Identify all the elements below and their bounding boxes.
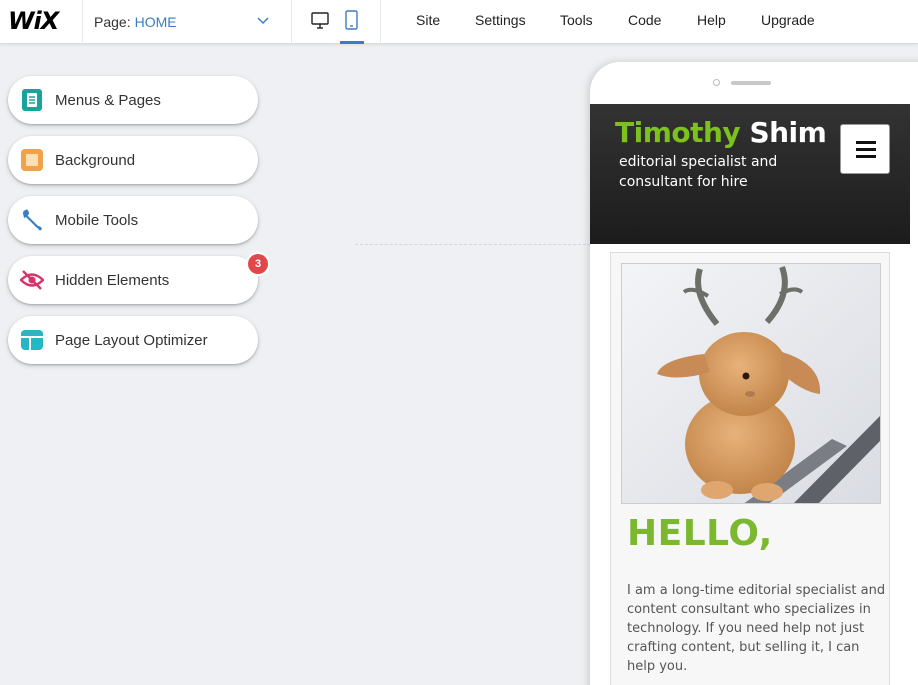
- mobile-tools-label: Mobile Tools: [55, 212, 139, 229]
- menus-pages-button[interactable]: Menus & Pages: [8, 76, 258, 124]
- menu-tools[interactable]: Tools: [560, 12, 593, 28]
- site-title[interactable]: Timothy Shim: [615, 116, 827, 149]
- hamburger-menu-button[interactable]: [840, 124, 890, 174]
- menus-pages-label: Menus & Pages: [55, 92, 161, 109]
- editor-top-bar: WiX Page: HOME Site Settings Tools Code …: [0, 0, 918, 44]
- mobile-tools-button[interactable]: Mobile Tools: [8, 196, 258, 244]
- divider: [291, 0, 292, 44]
- background-button[interactable]: Background: [8, 136, 258, 184]
- hidden-eye-icon: [20, 270, 44, 290]
- menus-pages-icon: [22, 89, 42, 111]
- site-tagline[interactable]: editorial specialist and consultant for …: [619, 152, 809, 192]
- about-section[interactable]: HELLO, I am a long-time editorial specia…: [610, 252, 890, 685]
- mobile-view-icon[interactable]: [342, 10, 362, 32]
- mobile-preview: Timothy Shim editorial specialist and co…: [590, 62, 918, 685]
- menu-help[interactable]: Help: [697, 12, 726, 28]
- phone-speaker: [731, 81, 771, 85]
- menu-site[interactable]: Site: [416, 12, 440, 28]
- site-title-last: Shim: [749, 116, 827, 149]
- bunny-photo[interactable]: [621, 263, 881, 504]
- wix-logo[interactable]: WiX: [8, 7, 59, 35]
- hidden-elements-button[interactable]: Hidden Elements: [8, 256, 258, 304]
- chevron-down-icon: [257, 17, 269, 25]
- wrench-icon: [23, 209, 42, 231]
- hello-heading[interactable]: HELLO,: [627, 513, 773, 554]
- menu-upgrade[interactable]: Upgrade: [761, 12, 815, 28]
- hidden-elements-count-badge: 3: [248, 254, 268, 274]
- bunny-image: [622, 264, 880, 503]
- divider: [82, 0, 83, 44]
- page-selector[interactable]: Page: HOME: [94, 0, 290, 44]
- page-layout-optimizer-label: Page Layout Optimizer: [55, 332, 208, 349]
- hidden-elements-label: Hidden Elements: [55, 272, 170, 289]
- divider: [380, 0, 381, 44]
- menu-code[interactable]: Code: [628, 12, 661, 28]
- phone-camera-dot: [713, 79, 720, 86]
- page-selector-value: HOME: [134, 14, 177, 30]
- page-layout-optimizer-button[interactable]: Page Layout Optimizer: [8, 316, 258, 364]
- fold-guide-line: [355, 244, 591, 245]
- bio-paragraph[interactable]: I am a long-time editorial specialist an…: [627, 581, 889, 676]
- background-label: Background: [55, 152, 136, 169]
- page-selector-label: Page:: [94, 14, 131, 30]
- menu-settings[interactable]: Settings: [475, 12, 526, 28]
- active-device-indicator: [340, 41, 364, 44]
- desktop-view-icon[interactable]: [310, 10, 330, 32]
- site-title-first: Timothy: [615, 116, 741, 149]
- layout-icon: [21, 330, 43, 350]
- site-header[interactable]: Timothy Shim editorial specialist and co…: [590, 104, 910, 244]
- background-icon: [21, 149, 43, 171]
